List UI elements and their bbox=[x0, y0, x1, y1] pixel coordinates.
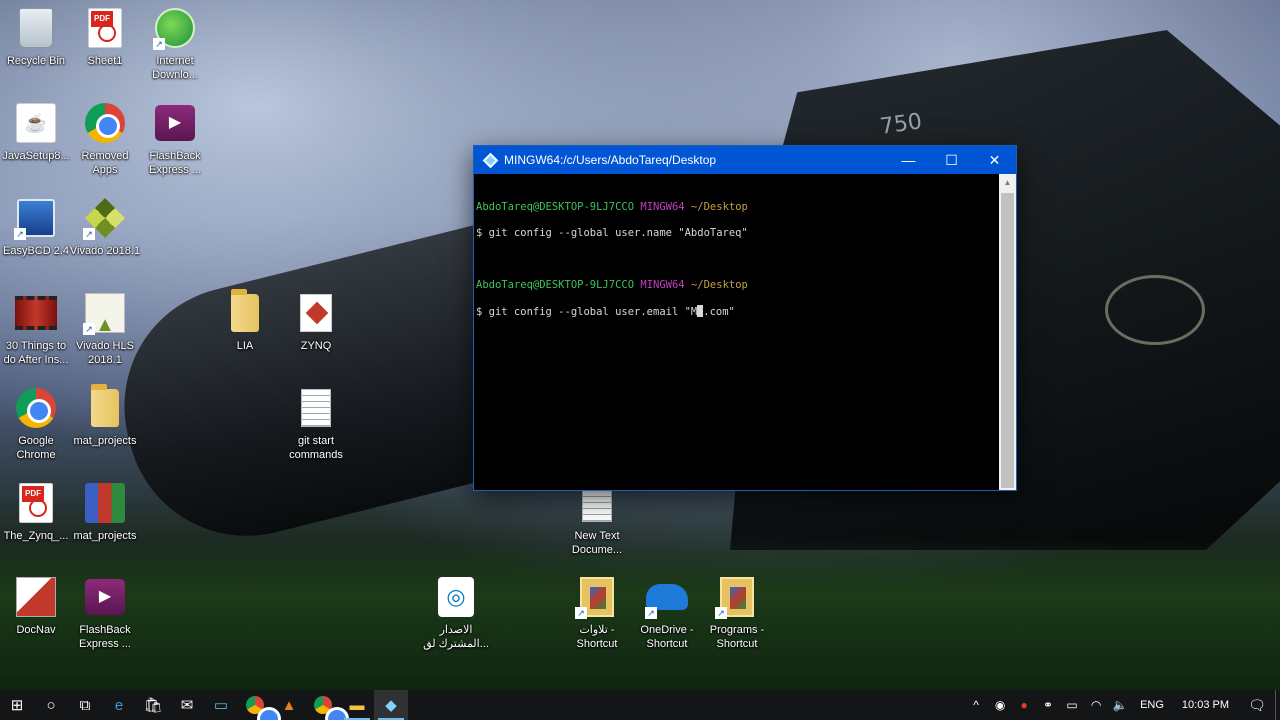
desktop-icon-lia[interactable]: LIA bbox=[209, 289, 281, 353]
prompt-user: AbdoTareq@DESKTOP-9LJ7CCO bbox=[476, 201, 635, 213]
recycle-bin-icon bbox=[14, 6, 58, 50]
language-indicator[interactable]: ENG bbox=[1132, 699, 1172, 711]
scroll-up-icon[interactable]: ▲ bbox=[999, 174, 1016, 191]
search-button[interactable]: ○ bbox=[34, 690, 68, 720]
desktop-icon-30-things[interactable]: 30 Things to do After Ins... bbox=[0, 291, 72, 367]
docnav-icon bbox=[14, 575, 58, 619]
volume-icon[interactable]: 🔈 bbox=[1108, 698, 1132, 712]
flashback-icon: ▶ bbox=[153, 101, 197, 145]
desktop-icon-zynq[interactable]: ZYNQ bbox=[280, 291, 352, 353]
folder-pictures-icon bbox=[715, 575, 759, 619]
desktop-icon-easybcd[interactable]: EasyBCD 2.4 bbox=[0, 196, 72, 258]
prompt-line: AbdoTareq@DESKTOP-9LJ7CCO MINGW64 ~/Desk… bbox=[476, 201, 997, 214]
folder-icon bbox=[223, 289, 267, 335]
desktop-icon-removed-apps[interactable]: Removed Apps bbox=[69, 101, 141, 177]
desktop-icon-flashback-2[interactable]: ▶ FlashBack Express ... bbox=[69, 575, 141, 651]
chevron-up-icon[interactable]: ^ bbox=[964, 698, 988, 712]
desktop-icon-programs-shortcut[interactable]: Programs - Shortcut bbox=[701, 575, 773, 651]
desktop-icon-new-text-document[interactable]: New Text Docume... bbox=[561, 481, 633, 557]
flashback-icon: ▶ bbox=[83, 575, 127, 619]
terminal-scrollbar[interactable]: ▲ bbox=[999, 174, 1016, 490]
desktop-icon-sheet1[interactable]: Sheet1 bbox=[69, 6, 141, 68]
edge-icon[interactable]: e bbox=[102, 690, 136, 720]
prompt-path: ~/Desktop bbox=[690, 201, 748, 213]
easybcd-icon bbox=[14, 196, 58, 240]
chrome-icon bbox=[14, 386, 58, 430]
folder-pictures-icon bbox=[575, 575, 619, 619]
winrar-icon bbox=[83, 481, 127, 525]
chrome-icon[interactable] bbox=[238, 690, 281, 720]
vivado-icon bbox=[83, 196, 127, 240]
pdf-icon bbox=[83, 6, 127, 50]
prompt-env: MINGW64 bbox=[640, 279, 685, 291]
clock[interactable]: 10:03 PM bbox=[1172, 699, 1239, 711]
close-button[interactable]: ✕ bbox=[973, 146, 1016, 174]
text-file-icon bbox=[294, 386, 338, 430]
folder-icon bbox=[83, 384, 127, 430]
desktop-icon-the-zynq[interactable]: The_Zynq_... bbox=[0, 481, 72, 543]
window-title: MINGW64:/c/Users/AbdoTareq/Desktop bbox=[504, 153, 717, 167]
desktop-icon-java-setup[interactable]: ☕ JavaSetup8... bbox=[0, 101, 72, 163]
prompt-path: ~/Desktop bbox=[690, 279, 748, 291]
wifi-icon[interactable]: ◠ bbox=[1084, 698, 1108, 712]
desktop-icon-tilawat-shortcut[interactable]: تلاوات - Shortcut bbox=[561, 575, 633, 651]
taskbar: ⊞ ○ ⧉ e 🛍 ✉ ▭ ▲ ▬ ◆ ^ ◉ ● ⚭ ▭ ◠ 🔈 ENG 10… bbox=[0, 690, 1280, 720]
zynq-icon bbox=[294, 291, 338, 335]
telegram-icon: ◎ bbox=[434, 575, 478, 619]
command-line: $ git config --global user.name "AbdoTar… bbox=[476, 227, 748, 239]
desktop-icon-docnav[interactable]: DocNav bbox=[0, 575, 72, 637]
prompt-env: MINGW64 bbox=[640, 201, 685, 213]
terminal-output[interactable]: AbdoTareq@DESKTOP-9LJ7CCO MINGW64 ~/Desk… bbox=[474, 174, 999, 490]
desktop-icon-vivado[interactable]: Vivado 2018.1 bbox=[69, 196, 141, 258]
desktop-icon-mat-projects-folder[interactable]: mat_projects bbox=[69, 384, 141, 448]
wallpaper-number: 750 bbox=[878, 109, 924, 140]
vivado-icon[interactable]: ▲ bbox=[272, 690, 306, 720]
command-text-after-cursor: .com" bbox=[703, 306, 735, 318]
desktop-icon-internet-download[interactable]: Internet Downlo... bbox=[139, 6, 211, 82]
git-bash-window[interactable]: MINGW64:/c/Users/AbdoTareq/Desktop — ☐ ✕… bbox=[473, 145, 1017, 491]
video-icon bbox=[14, 291, 58, 335]
prompt-line: AbdoTareq@DESKTOP-9LJ7CCO MINGW64 ~/Desk… bbox=[476, 279, 997, 292]
prompt-user: AbdoTareq@DESKTOP-9LJ7CCO bbox=[476, 279, 635, 291]
git-bash-icon bbox=[482, 152, 498, 168]
record-icon[interactable]: ● bbox=[1012, 698, 1036, 712]
desktop-icon-vivado-hls[interactable]: ▲ Vivado HLS 2018.1 bbox=[69, 291, 141, 367]
desktop-icon-onedrive-shortcut[interactable]: OneDrive - Shortcut bbox=[631, 575, 703, 651]
scrollbar-thumb[interactable] bbox=[1001, 193, 1014, 488]
chrome-tray-icon[interactable]: ◉ bbox=[988, 698, 1012, 712]
start-button[interactable]: ⊞ bbox=[0, 690, 34, 720]
java-icon: ☕ bbox=[14, 101, 58, 145]
network-icon[interactable]: ⚭ bbox=[1036, 698, 1060, 712]
command-text-before-cursor: $ git config --global user.email "M bbox=[476, 306, 698, 318]
chrome-icon[interactable] bbox=[306, 690, 349, 720]
onedrive-icon bbox=[645, 575, 689, 619]
desktop-icon-telegram[interactable]: ◎ الاصدار المشترك لق... bbox=[420, 575, 492, 651]
task-view-button[interactable]: ⧉ bbox=[68, 690, 102, 720]
system-tray: ^ ◉ ● ⚭ ▭ ◠ 🔈 ENG 10:03 PM 🗨 bbox=[964, 690, 1280, 720]
vivado-hls-icon: ▲ bbox=[83, 291, 127, 335]
maximize-button[interactable]: ☐ bbox=[930, 146, 973, 174]
internet-download-manager-icon bbox=[153, 6, 197, 50]
window-titlebar[interactable]: MINGW64:/c/Users/AbdoTareq/Desktop — ☐ ✕ bbox=[474, 146, 1016, 174]
pdf-icon bbox=[14, 481, 58, 525]
desktop-icon-flashback[interactable]: ▶ FlashBack Express ... bbox=[139, 101, 211, 177]
desktop-icon-google-chrome[interactable]: Google Chrome bbox=[0, 386, 72, 462]
command-input-line[interactable]: $ git config --global user.email "M .com" bbox=[476, 305, 997, 319]
show-desktop-button[interactable] bbox=[1275, 690, 1280, 720]
monitor-icon[interactable]: ▭ bbox=[204, 690, 238, 720]
desktop-icon-mat-projects-archive[interactable]: mat_projects bbox=[69, 481, 141, 543]
store-icon[interactable]: 🛍 bbox=[136, 690, 170, 720]
wallpaper-brake-wheel bbox=[1105, 275, 1205, 345]
mail-icon[interactable]: ✉ bbox=[170, 690, 204, 720]
notification-icon[interactable]: 🗨 bbox=[1239, 697, 1275, 714]
desktop-icon-git-start-commands[interactable]: git start commands bbox=[280, 386, 352, 462]
file-explorer-icon[interactable]: ▬ bbox=[340, 690, 374, 720]
chrome-icon bbox=[83, 101, 127, 145]
battery-icon[interactable]: ▭ bbox=[1060, 698, 1084, 712]
git-bash-icon[interactable]: ◆ bbox=[374, 690, 408, 720]
minimize-button[interactable]: — bbox=[887, 146, 930, 174]
desktop-icon-recycle-bin[interactable]: Recycle Bin bbox=[0, 6, 72, 68]
